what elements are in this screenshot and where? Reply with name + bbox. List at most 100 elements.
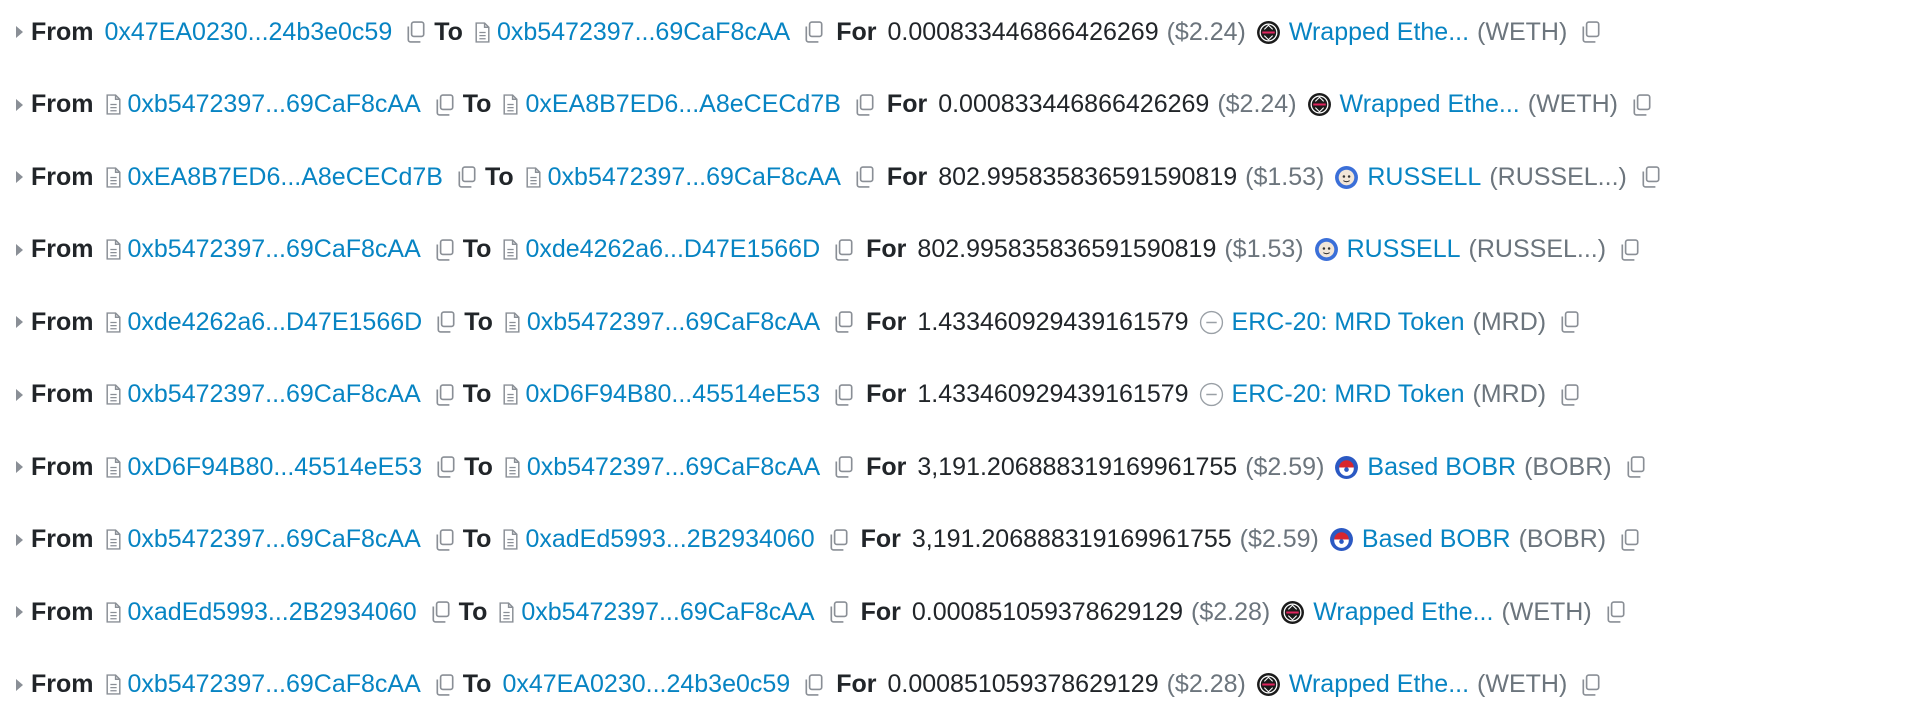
caret-right-icon[interactable] (16, 26, 23, 38)
token-name-link[interactable]: Based BOBR (1367, 453, 1516, 482)
from-address-link[interactable]: 0xEA8B7ED6...A8eCECd7B (128, 163, 443, 192)
copy-token-address-icon[interactable] (1560, 383, 1580, 406)
copy-from-address-icon[interactable] (431, 601, 451, 623)
to-address-link[interactable]: 0x47EA0230...24b3e0c59 (502, 670, 790, 699)
caret-right-icon[interactable] (16, 171, 23, 183)
copy-token-address-icon[interactable] (1581, 673, 1601, 696)
transfer-row: From 0xb5472397...69CaF8cAA To 0xD6F94B8… (0, 375, 1580, 415)
token-transfers-list: From 0x47EA0230...24b3e0c59 To 0xb547239… (0, 0, 1920, 708)
token-symbol: (MRD) (1472, 307, 1547, 336)
to-label: To (434, 17, 463, 46)
to-address-link[interactable]: 0xadEd5993...2B2934060 (525, 525, 814, 554)
copy-from-address-icon[interactable] (435, 383, 455, 406)
contract-document-icon (105, 529, 121, 550)
copy-from-address-icon[interactable] (406, 21, 426, 43)
to-address-link[interactable]: 0xb5472397...69CaF8cAA (521, 598, 814, 627)
from-address-link[interactable]: 0xde4262a6...D47E1566D (128, 308, 423, 337)
to-address-link[interactable]: 0xb5472397...69CaF8cAA (497, 18, 790, 47)
usd-value: ($1.53) (1245, 162, 1325, 191)
from-address-link[interactable]: 0xb5472397...69CaF8cAA (128, 90, 421, 119)
copy-from-address-icon[interactable] (435, 673, 455, 696)
copy-to-address-icon[interactable] (834, 311, 854, 333)
caret-right-icon[interactable] (16, 388, 23, 401)
to-label: To (462, 670, 492, 698)
token-name-link[interactable]: Based BOBR (1362, 525, 1511, 554)
token-name-link[interactable]: Wrapped Ethe... (1313, 598, 1493, 627)
bobr-icon (1335, 455, 1359, 479)
transfer-amount: 802.995835836591590819 (938, 162, 1238, 191)
copy-to-address-icon[interactable] (804, 21, 824, 43)
to-address-link[interactable]: 0xb5472397...69CaF8cAA (548, 163, 841, 192)
copy-token-address-icon[interactable] (1641, 166, 1661, 188)
copy-from-address-icon[interactable] (435, 238, 455, 261)
copy-to-address-icon[interactable] (829, 601, 849, 623)
token-name-link[interactable]: Wrapped Ethe... (1340, 90, 1520, 119)
caret-right-icon[interactable] (16, 678, 23, 691)
from-label: From (31, 380, 94, 408)
copy-from-address-icon[interactable] (435, 528, 455, 551)
to-address-link[interactable]: 0xb5472397...69CaF8cAA (527, 453, 820, 482)
to-label: To (462, 380, 492, 408)
copy-to-address-icon[interactable] (829, 528, 849, 551)
copy-token-address-icon[interactable] (1606, 601, 1626, 623)
copy-from-address-icon[interactable] (457, 166, 477, 188)
copy-from-address-icon[interactable] (436, 456, 456, 478)
from-address-link[interactable]: 0xadEd5993...2B2934060 (128, 598, 417, 627)
token-name-link[interactable]: ERC-20: MRD Token (1232, 380, 1465, 409)
for-label: For (866, 235, 907, 263)
transfer-amount: 0.000833446866426269 (887, 17, 1159, 46)
contract-document-icon (499, 601, 514, 623)
copy-to-address-icon[interactable] (804, 673, 824, 696)
erc20-token-icon (1199, 310, 1223, 334)
caret-right-icon[interactable] (16, 243, 23, 256)
transfer-amount: 0.000851059378629129 (887, 670, 1159, 698)
from-address-link[interactable]: 0xb5472397...69CaF8cAA (128, 235, 421, 264)
copy-token-address-icon[interactable] (1626, 456, 1646, 478)
caret-right-icon[interactable] (16, 461, 23, 473)
token-symbol: (WETH) (1501, 597, 1592, 626)
to-address-link[interactable]: 0xD6F94B80...45514eE53 (525, 380, 820, 409)
contract-document-icon (105, 239, 121, 260)
contract-document-icon (105, 384, 121, 405)
caret-right-icon[interactable] (16, 533, 23, 546)
copy-token-address-icon[interactable] (1560, 311, 1580, 333)
from-address-link[interactable]: 0x47EA0230...24b3e0c59 (105, 18, 393, 47)
to-label: To (484, 162, 514, 191)
for-label: For (886, 162, 928, 191)
from-address-link[interactable]: 0xb5472397...69CaF8cAA (128, 670, 421, 699)
russell-icon (1314, 238, 1338, 261)
token-symbol: (BOBR) (1518, 525, 1607, 553)
to-address-link[interactable]: 0xEA8B7ED6...A8eCECd7B (525, 90, 840, 119)
copy-token-address-icon[interactable] (1581, 21, 1601, 43)
copy-token-address-icon[interactable] (1620, 238, 1640, 261)
copy-to-address-icon[interactable] (834, 456, 854, 478)
usd-value: ($1.53) (1224, 235, 1304, 263)
from-label: From (31, 670, 94, 698)
caret-right-icon[interactable] (16, 98, 23, 111)
caret-right-icon[interactable] (16, 316, 23, 328)
token-name-link[interactable]: Wrapped Ethe... (1289, 18, 1469, 47)
to-address-link[interactable]: 0xb5472397...69CaF8cAA (527, 308, 820, 337)
usd-value: ($2.28) (1191, 597, 1271, 626)
to-address-link[interactable]: 0xde4262a6...D47E1566D (525, 235, 820, 264)
token-name-link[interactable]: RUSSELL (1347, 235, 1461, 264)
copy-token-address-icon[interactable] (1620, 528, 1640, 551)
token-name-link[interactable]: ERC-20: MRD Token (1232, 308, 1465, 337)
copy-to-address-icon[interactable] (855, 166, 875, 188)
copy-to-address-icon[interactable] (855, 93, 875, 116)
contract-document-icon (105, 456, 121, 478)
copy-to-address-icon[interactable] (834, 383, 854, 406)
token-symbol: (MRD) (1472, 380, 1547, 408)
from-address-link[interactable]: 0xb5472397...69CaF8cAA (128, 525, 421, 554)
usd-value: ($2.59) (1239, 525, 1319, 553)
from-address-link[interactable]: 0xD6F94B80...45514eE53 (128, 453, 423, 482)
copy-token-address-icon[interactable] (1632, 93, 1652, 116)
token-name-link[interactable]: Wrapped Ethe... (1289, 670, 1469, 699)
contract-document-icon (105, 601, 121, 623)
copy-to-address-icon[interactable] (834, 238, 854, 261)
from-address-link[interactable]: 0xb5472397...69CaF8cAA (128, 380, 421, 409)
caret-right-icon[interactable] (16, 606, 23, 618)
copy-from-address-icon[interactable] (436, 311, 456, 333)
token-name-link[interactable]: RUSSELL (1367, 163, 1481, 192)
copy-from-address-icon[interactable] (435, 93, 455, 116)
